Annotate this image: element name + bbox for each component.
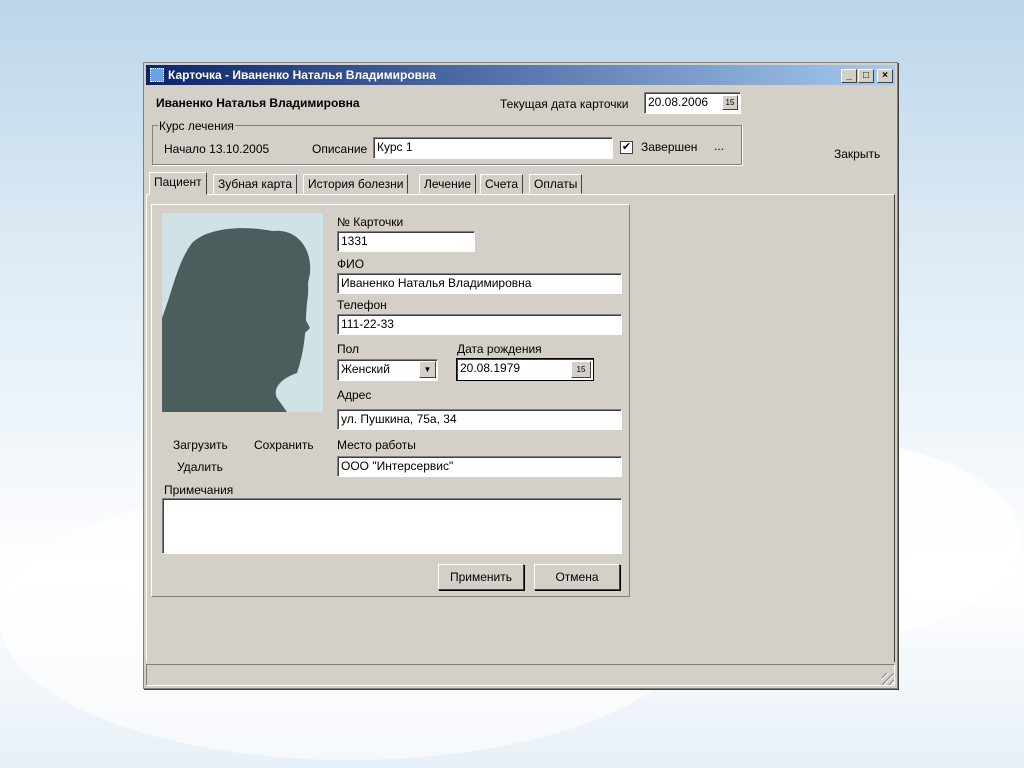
silhouette-image [162,228,311,412]
workplace-input[interactable]: ООО "Интерсервис" [337,456,622,477]
sex-value: Женский [341,362,390,376]
maximize-button[interactable]: □ [858,69,874,83]
notes-textarea[interactable] [162,498,622,554]
patient-card-window: Карточка - Иваненко Наталья Владимировна… [143,62,898,689]
chevron-down-icon[interactable]: ▼ [419,361,436,378]
phone-label: Телефон [337,298,387,312]
tab-invoices[interactable]: Счета [480,174,524,194]
card-number-input[interactable]: 1331 [337,231,475,252]
current-date-field[interactable]: 20.08.2006 15 [644,92,741,114]
sex-select[interactable]: Женский ▼ [337,359,438,381]
fio-label: ФИО [337,257,365,271]
birth-date-field[interactable]: 20.08.1979 15 [456,358,594,381]
save-photo-link[interactable]: Сохранить [254,438,314,452]
minimize-button[interactable]: _ [841,69,857,83]
current-date-value: 20.08.2006 [648,95,709,109]
birth-date-value: 20.08.1979 [460,361,521,375]
completed-checkbox[interactable]: ✔ [620,141,633,154]
tab-patient[interactable]: Пациент [149,172,207,195]
more-button[interactable]: ... [714,139,724,153]
status-bar [146,664,895,686]
fio-input[interactable]: Иваненко Наталья Владимировна [337,273,622,294]
address-input[interactable]: ул. Пушкина, 75а, 34 [337,409,622,430]
phone-input[interactable]: 111-22-33 [337,314,622,335]
load-photo-link[interactable]: Загрузить [173,438,228,452]
app-icon [150,68,164,82]
cancel-button[interactable]: Отмена [534,564,620,590]
sex-label: Пол [337,342,360,356]
window-title: Карточка - Иваненко Наталья Владимировна [168,68,436,82]
title-bar[interactable]: Карточка - Иваненко Наталья Владимировна… [146,65,895,85]
calendar-icon[interactable]: 15 [722,95,738,110]
tab-treatment[interactable]: Лечение [419,174,477,194]
tab-dental-chart[interactable]: Зубная карта [213,174,298,194]
description-label: Описание [312,142,368,156]
notes-label: Примечания [164,483,234,497]
close-window-button[interactable]: × [877,69,893,83]
card-number-label: № Карточки [337,215,404,229]
course-group-label: Курс лечения [158,119,235,133]
current-date-label: Текущая дата карточки [500,97,629,111]
tab-payments[interactable]: Оплаты [529,174,583,194]
completed-label: Завершен [641,140,698,154]
resize-grip-icon[interactable] [882,673,894,685]
course-start: Начало 13.10.2005 [164,142,270,156]
address-label: Адрес [337,388,372,402]
calendar-icon[interactable]: 15 [571,361,591,378]
apply-button[interactable]: Применить [438,564,524,590]
birth-date-label: Дата рождения [457,342,542,356]
description-input[interactable]: Курс 1 [373,137,613,159]
patient-photo [162,213,323,412]
patient-name-heading: Иваненко Наталья Владимировна [156,96,360,110]
close-button[interactable]: Закрыть [834,147,880,161]
workplace-label: Место работы [337,438,416,452]
tab-medical-history[interactable]: История болезни [303,174,409,194]
delete-photo-link[interactable]: Удалить [177,460,223,474]
